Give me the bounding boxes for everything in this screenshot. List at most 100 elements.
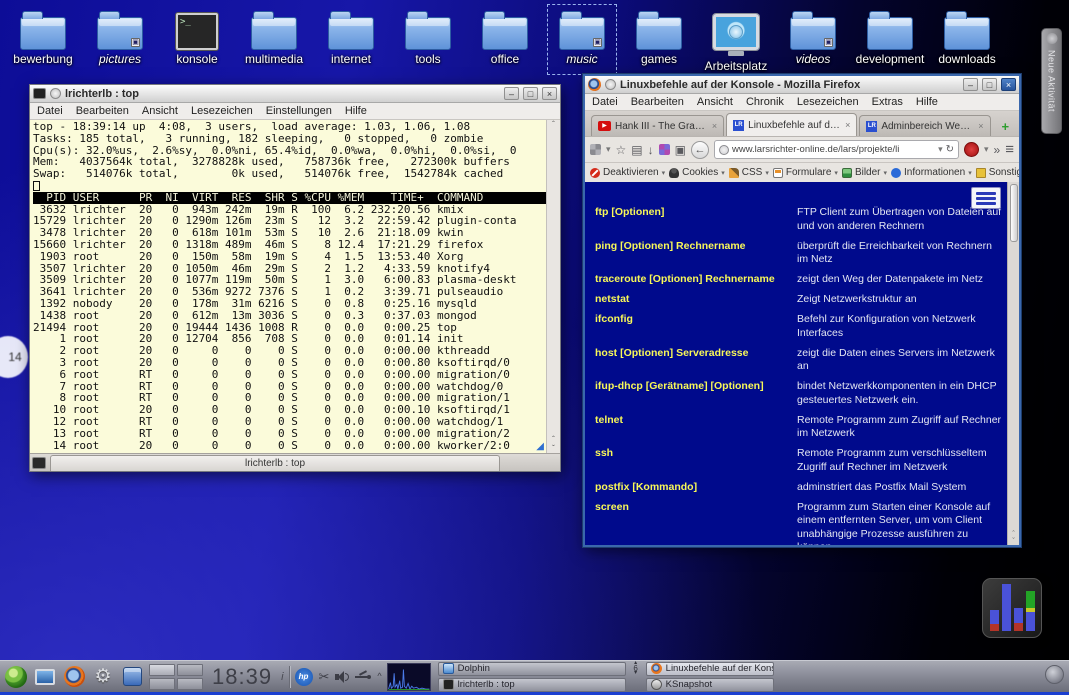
url-dropdown-icon[interactable]: ▾: [938, 145, 943, 154]
tab-hank-iii[interactable]: ▶ Hank III - The Grand Ole ... ×: [591, 115, 724, 136]
desktop-icon-multimedia[interactable]: multimedia: [241, 6, 307, 73]
close-button[interactable]: ×: [542, 87, 557, 100]
scroll-up-icon[interactable]: ˆ: [552, 435, 555, 444]
desktop-3[interactable]: [149, 678, 175, 690]
minimize-button[interactable]: –: [504, 87, 519, 100]
new-tab-button[interactable]: +: [996, 118, 1015, 136]
menu-item[interactable]: Einstellungen: [266, 105, 332, 117]
devbar-item[interactable]: Informationen ▾: [891, 167, 972, 178]
desktop-icon-konsole[interactable]: >_ konsole: [164, 6, 230, 73]
task-konsole[interactable]: lrichterlb : top: [438, 678, 626, 692]
adblock-dropdown-icon[interactable]: ▾: [984, 145, 989, 154]
konsole-titlebar[interactable]: lrichterlb : top – □ ×: [30, 85, 560, 103]
desktop-icon-arbeitsplatz[interactable]: Arbeitsplatz: [703, 6, 769, 73]
system-load-widget[interactable]: [982, 578, 1042, 638]
menu-item[interactable]: Ansicht: [697, 96, 733, 108]
devbar-item[interactable]: Sonstiges ▾: [976, 167, 1019, 178]
settings-launcher[interactable]: ⚙: [91, 665, 115, 689]
terminal-scrollbar[interactable]: ˆ ˆ ˇ: [546, 120, 560, 453]
menu-item[interactable]: Ansicht: [142, 105, 178, 117]
resize-grip-icon[interactable]: ◢: [536, 441, 544, 452]
back-button[interactable]: ←: [691, 141, 709, 159]
desktop-icon-music[interactable]: ▣ music: [549, 6, 615, 73]
close-button[interactable]: ×: [1001, 78, 1016, 91]
bookmark-star-icon[interactable]: ☆: [616, 144, 627, 156]
reload-icon[interactable]: ↻: [946, 145, 954, 155]
kickoff-menu-button[interactable]: [4, 665, 28, 689]
tab-adminbereich[interactable]: LR Adminbereich Website 2... ×: [859, 115, 990, 136]
window-tool-icon[interactable]: ▣: [675, 144, 686, 156]
desktop-4[interactable]: [177, 678, 203, 690]
hamburger-menu-icon[interactable]: ≡: [1005, 142, 1014, 157]
klipper-scissors-icon[interactable]: ✂: [319, 670, 330, 683]
task-dolphin[interactable]: Dolphin: [438, 662, 626, 676]
scroll-up-icon[interactable]: ˆ: [552, 120, 555, 129]
desktop-icon-tools[interactable]: tools: [395, 6, 461, 73]
task-scroll-spinner[interactable]: ▴ 6 ▾: [628, 662, 644, 676]
desktop-icon-development[interactable]: development: [857, 6, 923, 73]
info-icon[interactable]: i: [281, 671, 283, 683]
page-scrollbar[interactable]: ˆ ˇ: [1007, 182, 1019, 545]
downloads-icon[interactable]: ↓: [648, 144, 654, 156]
menu-item[interactable]: Lesezeichen: [797, 96, 859, 108]
desktop-icon-pictures[interactable]: ▣ pictures: [87, 6, 153, 73]
devbar-item[interactable]: Deaktivieren ▾: [590, 167, 665, 178]
menu-item[interactable]: Lesezeichen: [191, 105, 253, 117]
hp-tray-icon[interactable]: hp: [295, 668, 313, 686]
filemanager-launcher[interactable]: [120, 665, 144, 689]
network-monitor-graph[interactable]: [387, 663, 431, 691]
desktop-icon-videos[interactable]: ▣ videos: [780, 6, 846, 73]
minimize-button[interactable]: –: [963, 78, 978, 91]
show-desktop-button[interactable]: [33, 665, 57, 689]
page-menu-button[interactable]: [971, 187, 1001, 209]
scroll-down-icon[interactable]: ˇ: [1012, 538, 1014, 545]
menu-item[interactable]: Hilfe: [916, 96, 938, 108]
firefox-launcher[interactable]: [62, 665, 86, 689]
url-bar[interactable]: www.larsrichter-online.de/lars/projekte/…: [714, 140, 959, 159]
url-text[interactable]: www.larsrichter-online.de/lars/projekte/…: [732, 144, 935, 155]
extension-grid-icon[interactable]: [659, 144, 670, 155]
virtual-desktop-pager[interactable]: [149, 664, 203, 690]
desktop-icon-downloads[interactable]: downloads: [934, 6, 1000, 73]
terminal-tab[interactable]: lrichterlb : top: [50, 455, 500, 471]
devbar-item[interactable]: Bilder ▾: [842, 167, 887, 178]
overflow-icon[interactable]: »: [994, 144, 1001, 156]
tab-close-icon[interactable]: ×: [978, 121, 983, 131]
pin-icon[interactable]: [50, 88, 61, 99]
menu-item[interactable]: Bearbeiten: [631, 96, 684, 108]
menu-item[interactable]: Datei: [592, 96, 618, 108]
new-activity-tab[interactable]: Neue Aktivität: [1041, 28, 1062, 134]
terminal-tab-icon[interactable]: [32, 457, 46, 469]
devbar-item[interactable]: CSS ▾: [729, 167, 769, 178]
task-firefox[interactable]: Linuxbefehle auf der Konsole - Mozi: [646, 662, 774, 676]
scroll-down-icon[interactable]: ˇ: [552, 444, 555, 453]
menu-item[interactable]: Extras: [872, 96, 903, 108]
desktop-icon-office[interactable]: office: [472, 6, 538, 73]
desktop-2[interactable]: [177, 664, 203, 676]
konsole-terminal-area[interactable]: top - 18:39:14 up 4:08, 3 users, load av…: [30, 120, 560, 453]
digital-clock[interactable]: 18:39: [208, 664, 276, 690]
menu-item[interactable]: Datei: [37, 105, 63, 117]
devbar-item[interactable]: Formulare ▾: [773, 167, 838, 178]
tray-expand-icon[interactable]: ^: [377, 672, 381, 681]
desktop-icon-internet[interactable]: internet: [318, 6, 384, 73]
spinner-down-icon[interactable]: ▾: [634, 671, 637, 676]
maximize-button[interactable]: □: [523, 87, 538, 100]
panel-cashew-icon[interactable]: [1045, 665, 1064, 684]
menu-item[interactable]: Hilfe: [345, 105, 367, 117]
scroll-up-icon[interactable]: ˆ: [1012, 531, 1014, 538]
menu-item[interactable]: Bearbeiten: [76, 105, 129, 117]
tab-close-icon[interactable]: ×: [845, 120, 850, 130]
adblock-icon[interactable]: [964, 142, 979, 157]
task-ksnapshot[interactable]: KSnapshot: [646, 678, 774, 692]
maximize-button[interactable]: □: [982, 78, 997, 91]
menu-item[interactable]: Chronik: [746, 96, 784, 108]
desktop-icon-games[interactable]: games: [626, 6, 692, 73]
devbar-item[interactable]: Cookies ▾: [669, 167, 725, 178]
desktop-1[interactable]: [149, 664, 175, 676]
pin-icon[interactable]: [605, 79, 616, 90]
dropdown-icon[interactable]: ▾: [606, 145, 611, 154]
device-notifier-usb-icon[interactable]: [355, 671, 371, 683]
clipboard-icon[interactable]: ▤: [631, 144, 642, 156]
tab-close-icon[interactable]: ×: [712, 121, 717, 131]
